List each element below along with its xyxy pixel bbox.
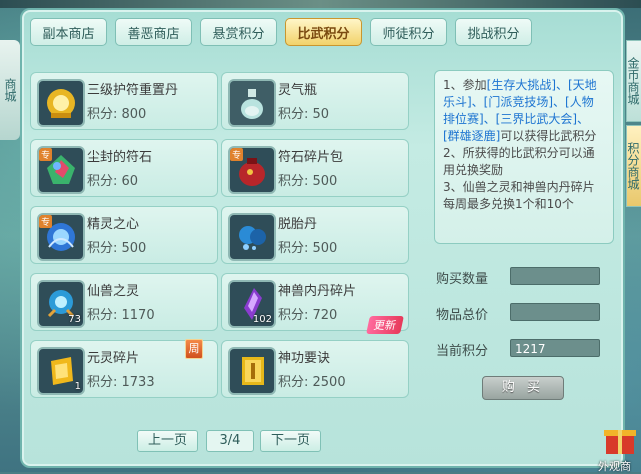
shop-item[interactable]: 102 神兽内丹碎片 积分: 720 更新 bbox=[221, 273, 409, 334]
item-name: 灵气瓶 bbox=[278, 83, 318, 98]
current-points-field: 1217 bbox=[510, 339, 600, 357]
exclusive-badge: 专 bbox=[230, 148, 244, 161]
item-price: 积分: 50 bbox=[278, 107, 330, 122]
item-price: 积分: 1170 bbox=[87, 308, 155, 323]
item-name: 符石碎片包 bbox=[278, 150, 344, 165]
rule-1-suffix: 可以获得比武积分 bbox=[500, 129, 597, 143]
shop-item[interactable]: 专 尘封的符石 积分: 60 bbox=[30, 139, 218, 197]
right-tab-gold-shop[interactable]: 金币商城 bbox=[626, 40, 641, 122]
item-price: 积分: 500 bbox=[278, 174, 338, 189]
item-count: 73 bbox=[68, 314, 81, 325]
page-indicator: 3/4 bbox=[206, 430, 254, 452]
item-price: 积分: 1733 bbox=[87, 375, 155, 390]
item-name: 仙兽之灵 bbox=[87, 284, 140, 299]
item-name: 元灵碎片 bbox=[87, 351, 140, 366]
tab-mentor-points[interactable]: 师徒积分 bbox=[370, 18, 447, 46]
item-price: 积分: 500 bbox=[87, 241, 147, 256]
total-price-label: 物品总价 bbox=[436, 308, 489, 323]
item-name: 三级护符重置丹 bbox=[87, 83, 179, 98]
quantity-input[interactable] bbox=[510, 267, 600, 285]
skill-book-icon bbox=[228, 347, 276, 395]
spirit-heart-icon: 专 bbox=[37, 213, 85, 261]
tab-bar: 副本商店 善恶商店 悬赏积分 比武积分 师徒积分 挑战积分 bbox=[30, 18, 532, 46]
rule-3: 3、仙兽之灵和神兽内丹碎片每周最多兑换1个和10个 bbox=[443, 180, 595, 211]
shop-item[interactable]: 神功要诀 积分: 2500 bbox=[221, 340, 409, 398]
item-name: 精灵之心 bbox=[87, 217, 140, 232]
item-name: 神功要诀 bbox=[278, 351, 331, 366]
buy-button[interactable]: 购 买 bbox=[482, 376, 564, 400]
item-name: 神兽内丹碎片 bbox=[278, 284, 357, 299]
next-page-button[interactable]: 下一页 bbox=[260, 430, 322, 452]
item-count: 102 bbox=[252, 314, 272, 325]
item-name: 尘封的符石 bbox=[87, 150, 153, 165]
shop-item[interactable]: 专 精灵之心 积分: 500 bbox=[30, 206, 218, 264]
shop-item[interactable]: 灵气瓶 积分: 50 bbox=[221, 72, 409, 130]
rule-1-prefix: 1、参加 bbox=[443, 78, 487, 92]
item-price: 积分: 500 bbox=[278, 241, 338, 256]
tab-duel-points[interactable]: 比武积分 bbox=[285, 18, 362, 46]
updated-badge: 更新 bbox=[366, 316, 404, 334]
spirit-bottle-icon bbox=[228, 79, 276, 127]
item-name: 脱胎丹 bbox=[278, 217, 318, 232]
top-strip bbox=[0, 0, 641, 8]
rebirth-pill-icon bbox=[228, 213, 276, 261]
shop-item[interactable]: 脱胎丹 积分: 500 bbox=[221, 206, 409, 264]
exclusive-badge: 专 bbox=[39, 215, 53, 228]
rules-description: 1、参加[生存大挑战]、[天地乐斗]、[门派竞技场]、[人物排位赛]、[三界比武… bbox=[434, 70, 614, 244]
gift-box-icon[interactable] bbox=[600, 418, 640, 458]
yuanling-shard-icon: 1 bbox=[37, 347, 85, 395]
prev-page-button[interactable]: 上一页 bbox=[137, 430, 199, 452]
rune-shard-bag-icon: 专 bbox=[228, 146, 276, 194]
item-price: 积分: 720 bbox=[278, 308, 338, 323]
item-count: 1 bbox=[74, 381, 81, 392]
tab-challenge-points[interactable]: 挑战积分 bbox=[455, 18, 532, 46]
shop-item[interactable]: 三级护符重置丹 积分: 800 bbox=[30, 72, 218, 130]
item-price: 积分: 800 bbox=[87, 107, 147, 122]
rune-stone-icon: 专 bbox=[37, 146, 85, 194]
tab-karma-shop[interactable]: 善恶商店 bbox=[115, 18, 192, 46]
tab-bounty-points[interactable]: 悬赏积分 bbox=[200, 18, 277, 46]
item-price: 积分: 60 bbox=[87, 174, 139, 189]
left-side-tab[interactable]: 商城 bbox=[0, 40, 20, 140]
weekly-badge: 周 bbox=[185, 339, 203, 359]
item-price: 积分: 2500 bbox=[278, 375, 346, 390]
current-points-label: 当前积分 bbox=[436, 344, 489, 359]
rule-2: 2、所获得的比武积分可以通用兑换奖励 bbox=[443, 146, 595, 177]
beast-core-shard-icon: 102 bbox=[228, 280, 276, 328]
golden-amulet-icon bbox=[37, 79, 85, 127]
quantity-label: 购买数量 bbox=[436, 272, 489, 287]
total-price-field bbox=[510, 303, 600, 321]
right-tab-points-shop[interactable]: 积分商城 bbox=[626, 125, 641, 207]
shop-item[interactable]: 专 符石碎片包 积分: 500 bbox=[221, 139, 409, 197]
shop-item[interactable]: 73 仙兽之灵 积分: 1170 bbox=[30, 273, 218, 331]
beast-spirit-icon: 73 bbox=[37, 280, 85, 328]
exclusive-badge: 专 bbox=[39, 148, 53, 161]
shop-item[interactable]: 1 元灵碎片 积分: 1733 周 bbox=[30, 339, 218, 398]
tab-dungeon-shop[interactable]: 副本商店 bbox=[30, 18, 107, 46]
